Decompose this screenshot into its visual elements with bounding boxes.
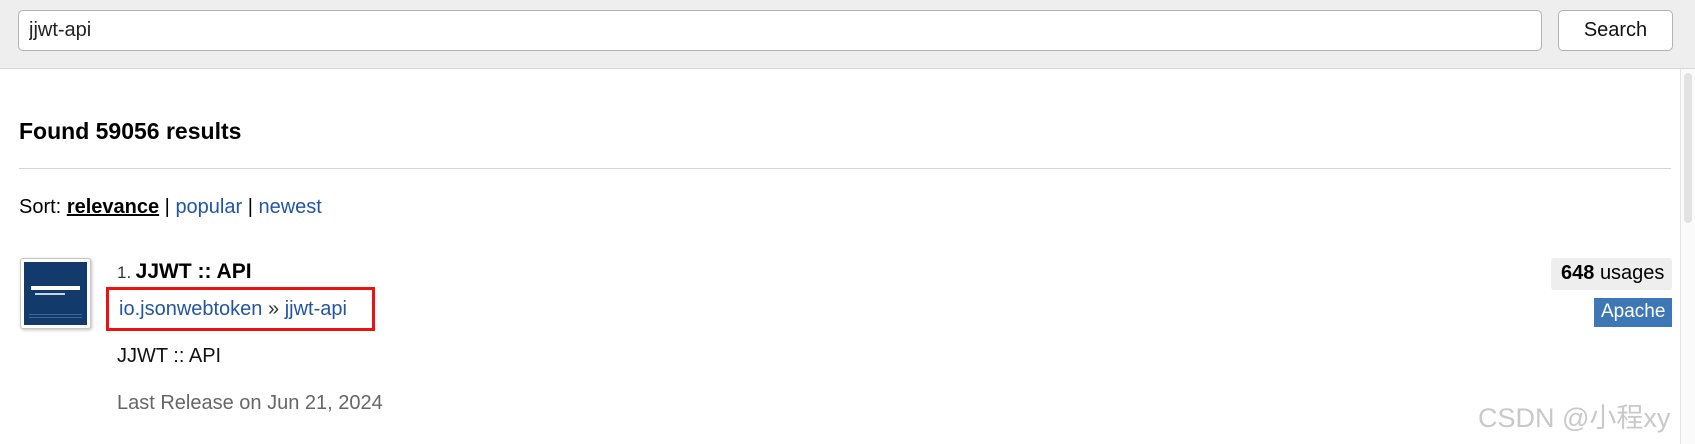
scrollbar-thumb[interactable] bbox=[1684, 73, 1692, 223]
search-input[interactable] bbox=[18, 10, 1542, 51]
search-bar: Search bbox=[0, 0, 1695, 69]
result-coordinates: io.jsonwebtoken » jjwt-api bbox=[106, 287, 375, 331]
jwt-logo-graphic bbox=[24, 262, 87, 325]
result-last-release: Last Release on Jun 21, 2024 bbox=[117, 392, 383, 414]
sort-relevance[interactable]: relevance bbox=[67, 196, 159, 218]
usages-badge[interactable]: 648 usages bbox=[1551, 258, 1672, 290]
sort-options: Sort: relevance | popular | newest bbox=[19, 196, 322, 219]
logo-image bbox=[24, 262, 87, 325]
usages-count: 648 bbox=[1561, 262, 1595, 284]
result-title-line: 1. JJWT :: API bbox=[117, 260, 252, 284]
sort-separator: | bbox=[247, 196, 253, 218]
sort-separator: | bbox=[164, 196, 170, 218]
artifact-link[interactable]: jjwt-api bbox=[285, 298, 347, 320]
scrollbar[interactable] bbox=[1680, 69, 1695, 444]
usages-label: usages bbox=[1599, 262, 1665, 284]
sort-newest[interactable]: newest bbox=[258, 196, 321, 218]
results-heading: Found 59056 results bbox=[19, 118, 242, 144]
group-link[interactable]: io.jsonwebtoken bbox=[119, 298, 262, 320]
result-title[interactable]: JJWT :: API bbox=[136, 260, 252, 283]
result-description: JJWT :: API bbox=[117, 345, 222, 367]
coordinate-separator: » bbox=[268, 298, 280, 320]
sort-popular[interactable]: popular bbox=[175, 196, 242, 218]
json-web-token-logo-icon[interactable] bbox=[20, 258, 91, 329]
divider bbox=[19, 168, 1671, 169]
watermark: CSDN @小程xy bbox=[1478, 403, 1671, 433]
sort-label: Sort: bbox=[19, 196, 62, 218]
search-button[interactable]: Search bbox=[1558, 10, 1673, 51]
license-badge[interactable]: Apache bbox=[1594, 298, 1672, 327]
result-rank: 1. bbox=[117, 263, 132, 282]
